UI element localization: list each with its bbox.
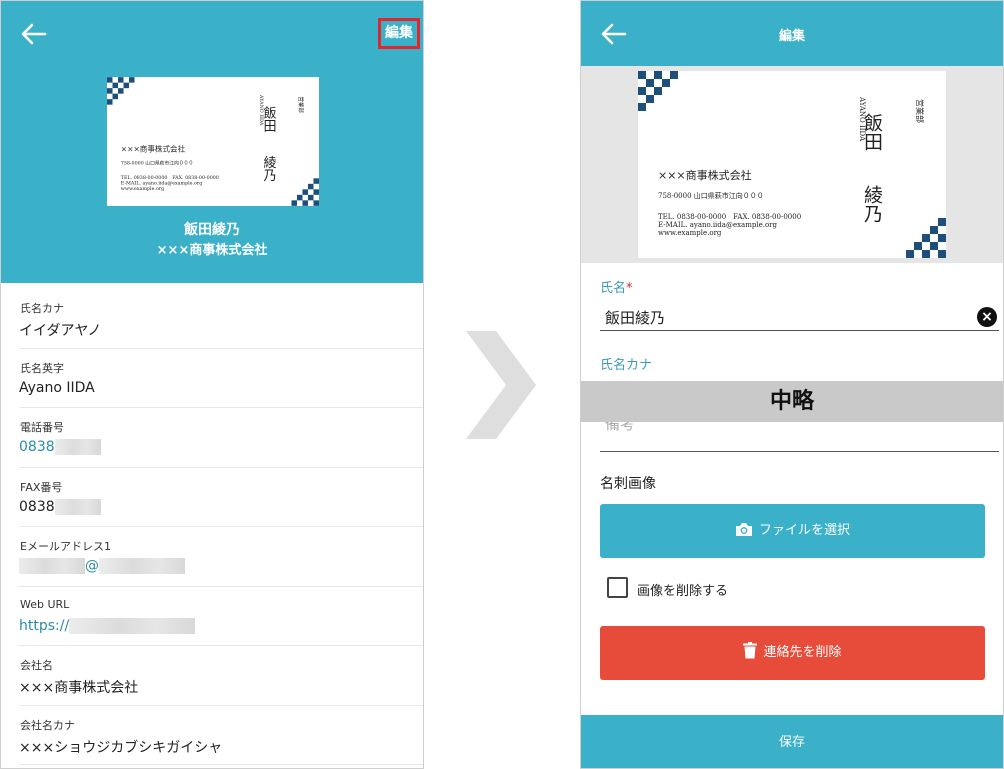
field-label: 氏名英字 bbox=[20, 361, 64, 375]
card-given-name: 綾乃 bbox=[261, 155, 277, 183]
field-label: 会社名カナ bbox=[20, 718, 75, 732]
select-file-button[interactable]: ファイルを選択 bbox=[600, 504, 985, 558]
field-name-english: 氏名英字 Ayano IIDA bbox=[19, 349, 423, 408]
card-web: www.example.org bbox=[121, 186, 164, 192]
email-visible-part: @ bbox=[85, 558, 99, 574]
contact-detail-screen: 編集 ×××商事株式会社 758-0000 山口県萩市江向０００ TEL. 08… bbox=[0, 0, 424, 769]
field-value: ×××ショウジカブシキガイシャ bbox=[19, 739, 223, 756]
redacted-block bbox=[99, 558, 185, 574]
checker-pattern-top-left bbox=[638, 71, 678, 111]
contact-edit-screen: 編集 ×××商事株式会社 758-0000 山口県萩市江向０００ TEL. 08… bbox=[580, 0, 1004, 769]
card-image-section-label: 名刺画像 bbox=[600, 476, 656, 492]
kana-field-label: 氏名カナ bbox=[600, 358, 653, 373]
card-given-name: 綾乃 bbox=[861, 185, 883, 223]
contact-name: 飯田綾乃 bbox=[184, 222, 240, 238]
delete-contact-button[interactable]: 連絡先を削除 bbox=[600, 626, 985, 680]
web-url-link[interactable]: https:// bbox=[19, 617, 196, 634]
notes-input[interactable]: 備考 bbox=[600, 422, 999, 452]
field-fax: FAX番号 0838 bbox=[19, 468, 423, 527]
detail-field-list: 氏名カナ イイダアヤノ 氏名英字 Ayano IIDA 電話番号 0838 FA… bbox=[1, 289, 423, 765]
business-card-image: ×××商事株式会社 758-0000 山口県萩市江向０００ TEL. 0838-… bbox=[107, 77, 319, 206]
phone-link[interactable]: 0838 bbox=[19, 439, 101, 455]
field-value: 0838 bbox=[19, 498, 101, 515]
edit-header: 編集 bbox=[581, 1, 1003, 66]
redacted-block bbox=[54, 498, 101, 515]
back-arrow-icon[interactable] bbox=[19, 19, 49, 49]
chevron-right-icon bbox=[466, 331, 536, 439]
email-link[interactable]: @ bbox=[19, 558, 185, 574]
field-label: 会社名 bbox=[20, 659, 53, 672]
clear-input-icon[interactable]: × bbox=[977, 307, 997, 327]
field-value: Ayano IIDA bbox=[19, 379, 95, 396]
field-company-kana: 会社名カナ ×××ショウジカブシキガイシャ bbox=[19, 706, 423, 765]
field-phone: 電話番号 0838 bbox=[19, 408, 423, 468]
notes-label: 備考 bbox=[605, 422, 636, 433]
field-value: ×××商事株式会社 bbox=[19, 680, 139, 696]
field-email: Eメールアドレス1 @ bbox=[19, 527, 423, 587]
trash-icon bbox=[743, 642, 758, 659]
name-label-text: 氏名 bbox=[600, 281, 627, 296]
card-address: 758-0000 山口県萩市江向０００ bbox=[658, 191, 764, 200]
redacted-block bbox=[54, 439, 101, 455]
field-label: Web URL bbox=[20, 597, 70, 611]
camera-icon bbox=[735, 523, 752, 536]
contact-company: ×××商事株式会社 bbox=[156, 243, 268, 258]
card-company: ×××商事株式会社 bbox=[121, 143, 186, 153]
phone-visible-part: 0838 bbox=[19, 439, 55, 455]
checker-pattern-top-left bbox=[107, 77, 135, 105]
card-company: ×××商事株式会社 bbox=[658, 168, 752, 182]
field-label: 氏名カナ bbox=[20, 302, 64, 315]
redacted-block bbox=[19, 558, 85, 574]
field-label: FAX番号 bbox=[20, 480, 63, 494]
card-address: 758-0000 山口県萩市江向０００ bbox=[121, 160, 193, 167]
card-tel-fax: TEL. 0838-00-0000 FAX. 0838-00-0000 bbox=[658, 213, 801, 221]
field-value: イイダアヤノ bbox=[19, 323, 102, 339]
field-label: 電話番号 bbox=[20, 421, 64, 434]
fax-visible-part: 0838 bbox=[19, 498, 55, 515]
edit-button[interactable]: 編集 bbox=[378, 18, 420, 49]
field-label: Eメールアドレス1 bbox=[20, 540, 111, 553]
card-family-name: 飯田 bbox=[261, 106, 277, 133]
card-family-name: 飯田 bbox=[861, 113, 883, 151]
detail-header: 編集 ×××商事株式会社 758-0000 山口県萩市江向０００ TEL. 08… bbox=[1, 1, 423, 283]
field-web-url: Web URL https:// bbox=[19, 587, 423, 646]
field-company: 会社名 ×××商事株式会社 bbox=[19, 646, 423, 706]
card-web: www.example.org bbox=[658, 229, 722, 237]
card-department: 営業部 bbox=[297, 96, 305, 113]
checker-pattern-bottom-right bbox=[906, 218, 946, 258]
checker-pattern-bottom-right bbox=[291, 178, 319, 206]
card-email: E-MAIL. ayano.iida@example.org bbox=[658, 221, 777, 229]
save-button[interactable]: 保存 bbox=[581, 715, 1003, 768]
delete-image-label: 画像を削除する bbox=[637, 584, 729, 599]
card-tel-fax: TEL. 0838-00-0000 FAX. 0838-00-0000 bbox=[121, 175, 219, 181]
delete-image-checkbox[interactable] bbox=[607, 577, 628, 598]
name-input-value: 飯田綾乃 bbox=[605, 309, 666, 327]
business-card-image: ×××商事株式会社 758-0000 山口県萩市江向０００ TEL. 0838-… bbox=[638, 71, 946, 258]
business-card-thumbnail: ×××商事株式会社 758-0000 山口県萩市江向０００ TEL. 0838-… bbox=[107, 77, 319, 206]
name-input[interactable]: 飯田綾乃 × bbox=[600, 297, 999, 331]
url-visible-part: https:// bbox=[19, 617, 70, 634]
select-file-label: ファイルを選択 bbox=[758, 523, 850, 538]
name-field-label: 氏名* bbox=[600, 277, 633, 296]
omitted-banner: 中略 bbox=[581, 381, 1003, 422]
card-department: 営業部 bbox=[915, 99, 925, 123]
page-title: 編集 bbox=[778, 29, 805, 44]
redacted-block bbox=[69, 617, 196, 634]
delete-contact-label: 連絡先を削除 bbox=[763, 645, 842, 660]
field-name-kana: 氏名カナ イイダアヤノ bbox=[19, 289, 423, 349]
card-image-preview: ×××商事株式会社 758-0000 山口県萩市江向０００ TEL. 0838-… bbox=[581, 66, 1003, 263]
required-mark: * bbox=[626, 281, 633, 296]
business-card-large: ×××商事株式会社 758-0000 山口県萩市江向０００ TEL. 0838-… bbox=[638, 71, 946, 258]
